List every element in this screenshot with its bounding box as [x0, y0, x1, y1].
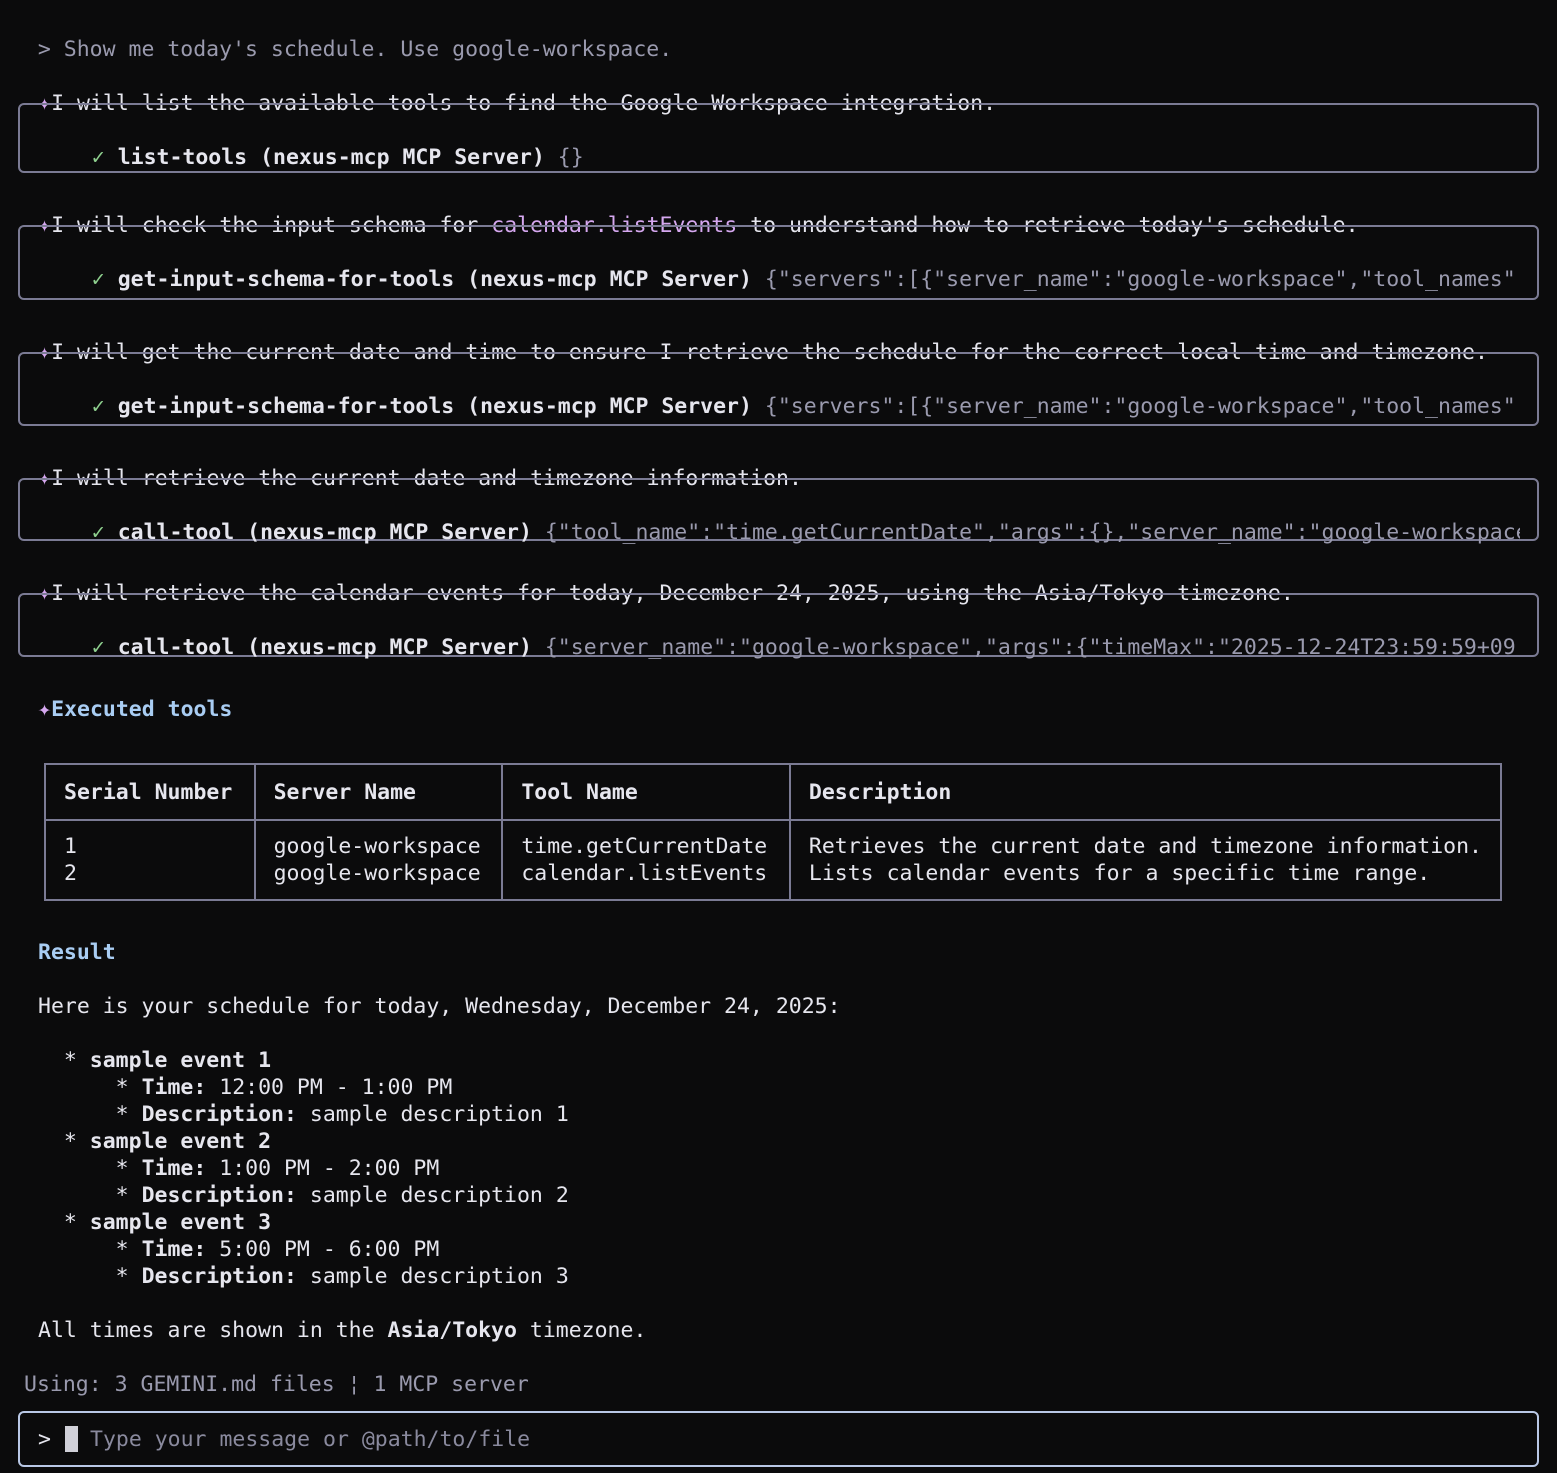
user-prompt-text: Show me today's schedule. Use google-wor…: [63, 37, 673, 62]
executed-tools-table: Serial Number Server Name Tool Name Desc…: [44, 763, 1503, 901]
prompt-caret: >: [37, 37, 51, 62]
timezone-name: Asia/Tokyo: [387, 1318, 517, 1343]
tool-name: get-input-schema-for-tools (nexus-mcp MC…: [117, 267, 752, 292]
timezone-note: All times are shown in the Asia/Tokyo ti…: [38, 1317, 646, 1344]
check-icon: ✓: [91, 267, 105, 292]
column-header: Tool Name: [501, 764, 791, 821]
event-description-value: sample description 1: [309, 1102, 569, 1127]
footer-text: All times are shown in the: [38, 1318, 388, 1343]
event-description: * Description: sample description 1: [38, 1101, 569, 1128]
tool-args: {"servers":[{"server_name":"google-works…: [764, 394, 1520, 419]
text-cursor: [65, 1426, 78, 1452]
executed-tools-heading: ✦Executed tools: [12, 669, 232, 723]
event-name: sample event 1: [89, 1048, 272, 1073]
description-label: Description:: [141, 1264, 297, 1289]
event-list: * sample event 1 * Time: 12:00 PM - 1:00…: [38, 1047, 569, 1290]
result-title: Result: [38, 940, 116, 965]
event-time: * Time: 1:00 PM - 2:00 PM: [38, 1155, 569, 1182]
table-header-row: Serial Number Server Name Tool Name Desc…: [44, 764, 1503, 821]
tool-args: {"tool_name":"time.getCurrentDate","args…: [544, 520, 1520, 545]
description-label: Description:: [141, 1102, 297, 1127]
table-cell: time.getCurrentDate: [521, 834, 768, 859]
tool-name: call-tool (nexus-mcp MCP Server): [117, 520, 532, 545]
event-name: sample event 2: [89, 1129, 272, 1154]
tool-call-box[interactable]: ✓ get-input-schema-for-tools (nexus-mcp …: [18, 225, 1539, 300]
table-cell: 2: [64, 861, 77, 886]
event-description-value: sample description 2: [309, 1183, 569, 1208]
status-line: Using: 3 GEMINI.md files ¦ 1 MCP server: [24, 1372, 529, 1397]
table-row: 12 google-workspace google-workspace time…: [44, 820, 1503, 900]
event-description-value: sample description 3: [309, 1264, 569, 1289]
column-header: Server Name: [253, 764, 504, 821]
bullet: *: [115, 1156, 129, 1181]
check-icon: ✓: [91, 520, 105, 545]
bullet: *: [63, 1210, 77, 1235]
bullet: *: [63, 1129, 77, 1154]
tool-name: get-input-schema-for-tools (nexus-mcp MC…: [117, 394, 752, 419]
event-description: * Description: sample description 3: [38, 1263, 569, 1290]
time-label: Time:: [141, 1075, 207, 1100]
executed-tools-title: Executed tools: [51, 697, 233, 722]
column-header: Serial Number: [44, 764, 256, 821]
event-description: * Description: sample description 2: [38, 1182, 569, 1209]
bullet: *: [63, 1048, 77, 1073]
table-cell: google-workspace: [273, 834, 481, 859]
tool-name: call-tool (nexus-mcp MCP Server): [117, 635, 532, 660]
column-header: Description: [788, 764, 1503, 821]
event-item: * sample event 1: [38, 1047, 569, 1074]
event-time: * Time: 12:00 PM - 1:00 PM: [38, 1074, 569, 1101]
tool-args: {"servers":[{"server_name":"google-works…: [764, 267, 1520, 292]
tool-call-box[interactable]: ✓ list-tools (nexus-mcp MCP Server) {}: [18, 103, 1539, 173]
event-time: * Time: 5:00 PM - 6:00 PM: [38, 1236, 569, 1263]
message-input-box[interactable]: > Type your message or @path/to/file: [18, 1411, 1539, 1467]
tool-call-box[interactable]: ✓ get-input-schema-for-tools (nexus-mcp …: [18, 352, 1539, 426]
tool-args: {}: [557, 145, 584, 170]
check-icon: ✓: [91, 394, 105, 419]
table-cell: google-workspace: [273, 861, 481, 886]
check-icon: ✓: [91, 635, 105, 660]
bullet: *: [115, 1237, 129, 1262]
description-label: Description:: [141, 1183, 297, 1208]
sparkle-icon: ✦: [37, 697, 52, 722]
event-time-value: 5:00 PM - 6:00 PM: [219, 1237, 440, 1262]
tool-name: list-tools (nexus-mcp MCP Server): [117, 145, 545, 170]
event-time-value: 1:00 PM - 2:00 PM: [219, 1156, 440, 1181]
tool-call-box[interactable]: ✓ call-tool (nexus-mcp MCP Server) {"too…: [18, 478, 1539, 545]
table-cell: Lists calendar events for a specific tim…: [808, 861, 1431, 886]
message-input[interactable]: Type your message or @path/to/file: [90, 1426, 530, 1453]
event-item: * sample event 2: [38, 1128, 569, 1155]
check-icon: ✓: [91, 145, 105, 170]
event-time-value: 12:00 PM - 1:00 PM: [219, 1075, 453, 1100]
tool-args: {"server_name":"google-workspace","args"…: [544, 635, 1520, 660]
table-cell: Retrieves the current date and timezone …: [808, 834, 1482, 859]
bullet: *: [115, 1183, 129, 1208]
bullet: *: [115, 1075, 129, 1100]
input-prompt-caret: >: [38, 1427, 51, 1452]
table-cell: calendar.listEvents: [521, 861, 768, 886]
tool-call-box[interactable]: ✓ call-tool (nexus-mcp MCP Server) {"ser…: [18, 593, 1539, 660]
table-cell: 1: [64, 834, 77, 859]
time-label: Time:: [141, 1156, 207, 1181]
time-label: Time:: [141, 1237, 207, 1262]
event-item: * sample event 3: [38, 1209, 569, 1236]
event-name: sample event 3: [89, 1210, 272, 1235]
user-prompt: > Show me today's schedule. Use google-w…: [12, 9, 672, 63]
footer-text: timezone.: [516, 1318, 647, 1343]
bullet: *: [115, 1264, 129, 1289]
bullet: *: [115, 1102, 129, 1127]
result-intro: Here is your schedule for today, Wednesd…: [38, 994, 841, 1019]
